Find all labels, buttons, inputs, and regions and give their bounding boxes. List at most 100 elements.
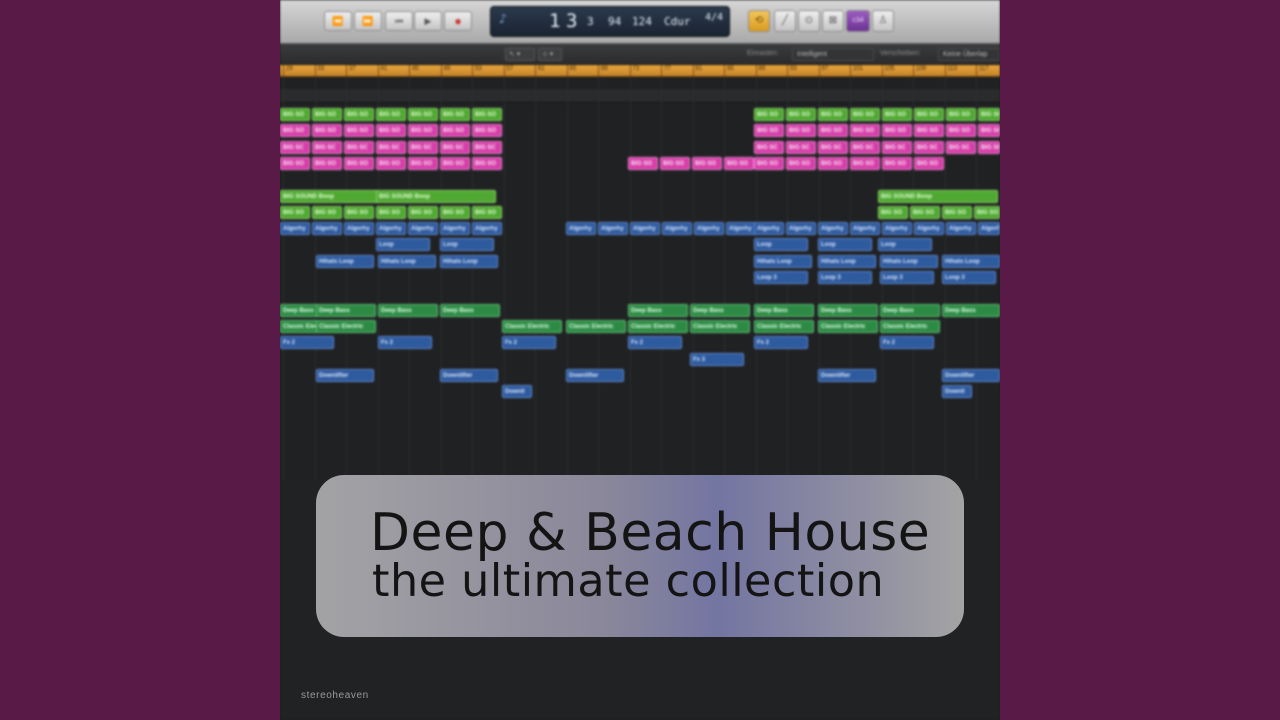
audio-region[interactable]: Loop — [440, 238, 494, 252]
audio-region[interactable]: BIG SO — [472, 124, 502, 138]
audio-region[interactable]: BIG SO — [818, 108, 848, 121]
audio-region[interactable]: BIG SO — [376, 205, 406, 219]
audio-region[interactable]: Classic Electric — [628, 319, 688, 333]
audio-region[interactable]: BIG SC — [978, 140, 1000, 154]
audio-region[interactable]: Hihats Loop — [818, 254, 876, 268]
audio-region[interactable]: Hihats Loop — [754, 254, 812, 268]
audio-region[interactable]: BIG SO — [914, 108, 944, 121]
audio-region[interactable]: BIG SC — [376, 140, 406, 154]
audio-region[interactable]: BIG SO — [942, 205, 972, 219]
audio-region[interactable]: BIG SO — [376, 108, 406, 121]
audio-region[interactable]: Algorhy — [280, 222, 310, 236]
audio-region[interactable]: BIG SO — [882, 124, 912, 138]
audio-region[interactable]: BIG SO — [724, 156, 754, 170]
audio-region[interactable]: Algorhy — [630, 222, 660, 236]
bar-ruler[interactable]: 29 33 37 41 45 49 53 57 61 65 69 73 77 81 85 89 93 97 101 1… — [280, 65, 1000, 77]
audio-region[interactable]: Fx 2 — [502, 336, 556, 350]
audio-region[interactable]: BIG SO — [376, 124, 406, 138]
audio-region[interactable]: BIG SO — [344, 156, 374, 170]
audio-region[interactable]: BIG SO — [440, 124, 470, 138]
audio-region[interactable]: Classic Electric — [502, 319, 562, 333]
audio-region[interactable]: Algorhy — [818, 222, 848, 236]
audio-region[interactable]: BIG SO — [850, 108, 880, 121]
audio-region[interactable]: BIG SO — [754, 124, 784, 138]
audio-region[interactable]: BIG SO — [818, 124, 848, 138]
tuner-button[interactable]: ╱ — [774, 10, 796, 32]
audio-region[interactable]: BIG SO — [280, 108, 310, 121]
audio-region[interactable]: Downlifter — [440, 368, 498, 382]
audio-region[interactable]: Algorhy — [408, 222, 438, 236]
audio-region[interactable]: BIG SO — [408, 124, 438, 138]
rewind-button[interactable]: ⏪ — [324, 11, 352, 31]
audio-region[interactable]: Loop 3 — [818, 271, 872, 284]
second-tool-menu[interactable]: ⊹ ▾ — [538, 48, 562, 61]
audio-region[interactable]: Downlifter — [942, 368, 1000, 382]
audio-region[interactable]: Algorhy — [694, 222, 724, 236]
audio-region[interactable]: BIG SO — [344, 108, 374, 121]
audio-region[interactable]: BIG SO — [344, 205, 374, 219]
go-to-start-button[interactable]: ⏮ — [385, 11, 413, 31]
audio-region[interactable]: BIG SOUND Boop — [878, 189, 998, 203]
audio-region[interactable]: Algorhy — [472, 222, 502, 236]
audio-region[interactable]: Algorhy — [726, 222, 756, 236]
audio-region[interactable]: Algorhy — [882, 222, 912, 236]
audio-region[interactable]: BIG SC — [280, 140, 310, 154]
audio-region[interactable]: BIG SO — [440, 108, 470, 121]
audio-region[interactable]: Fx 2 — [280, 336, 334, 350]
audio-region[interactable]: Deep Bass — [628, 303, 688, 317]
audio-region[interactable]: BIG SO — [312, 156, 342, 170]
audio-region[interactable]: BIG SO — [786, 156, 816, 170]
audio-region[interactable]: BIG SO — [312, 108, 342, 121]
fast-forward-button[interactable]: ⏩ — [354, 11, 382, 31]
audio-region[interactable]: Hihats Loop — [880, 254, 938, 268]
audio-region[interactable]: BIG SO — [850, 156, 880, 170]
audio-region[interactable]: BIG SO — [280, 205, 310, 219]
audio-region[interactable]: Hihats Loop — [378, 254, 436, 268]
audio-region[interactable]: BIG SO — [978, 124, 1000, 138]
audio-region[interactable]: Classic Electric — [880, 319, 940, 333]
audio-region[interactable]: BIG SO — [440, 205, 470, 219]
audio-region[interactable]: BIG SC — [472, 140, 502, 154]
metronome-button[interactable]: ⊠ — [822, 10, 844, 32]
audio-region[interactable]: Classic Electric — [316, 319, 376, 333]
master-volume-button[interactable]: c34 — [846, 10, 870, 32]
lcd-display[interactable]: ♪ 1 3 3 94 124 Cdur 4/4 — [490, 6, 730, 37]
audio-region[interactable]: BIG SO — [472, 156, 502, 170]
audio-region[interactable]: Algorhy — [376, 222, 406, 236]
audio-region[interactable]: Hihats Loop — [316, 254, 374, 268]
audio-region[interactable]: Classic Electric — [566, 319, 626, 333]
audio-region[interactable]: Deep Bass — [316, 303, 376, 317]
audio-region[interactable]: Algorhy — [786, 222, 816, 236]
audio-region[interactable]: BIG SO — [786, 124, 816, 138]
audio-region[interactable]: BIG SC — [754, 140, 784, 154]
audio-region[interactable]: Algorhy — [662, 222, 692, 236]
audio-region[interactable]: Deep Bass — [690, 303, 750, 317]
audio-region[interactable]: Algorhy — [754, 222, 784, 236]
audio-region[interactable]: Deep Bass — [818, 303, 878, 317]
audio-region[interactable]: Hihats Loop — [440, 254, 498, 268]
audio-region[interactable]: Loop — [376, 238, 430, 252]
audio-region[interactable]: Loop 3 — [880, 271, 934, 284]
audio-region[interactable]: Classic Electric — [754, 319, 814, 333]
audio-region[interactable]: Algorhy — [344, 222, 374, 236]
audio-region[interactable]: Classic Electric — [690, 319, 750, 333]
audio-region[interactable]: BIG SO — [850, 124, 880, 138]
audio-region[interactable]: BIG SC — [818, 140, 848, 154]
audio-region[interactable]: BIG SC — [946, 140, 976, 154]
audio-region[interactable]: BIG SO — [440, 156, 470, 170]
audio-region[interactable]: BIG SC — [882, 140, 912, 154]
audio-region[interactable]: Fx 3 — [690, 352, 744, 366]
audio-region[interactable]: BIG SO — [628, 156, 658, 170]
audio-region[interactable]: BIG SO — [786, 108, 816, 121]
audio-region[interactable]: BIG SO — [408, 156, 438, 170]
audio-region[interactable]: BIG SO — [754, 108, 784, 121]
count-in-button[interactable]: ⊙ — [798, 10, 820, 32]
audio-region[interactable]: BIG SO — [910, 205, 940, 219]
audio-region[interactable]: BIG SO — [660, 156, 690, 170]
audio-region[interactable]: BIG SO — [974, 205, 1000, 219]
audio-region[interactable]: Fx 2 — [880, 336, 934, 350]
audio-region[interactable]: Fx 2 — [378, 336, 432, 350]
audio-region[interactable]: BIG SO — [882, 108, 912, 121]
audio-region[interactable]: Hihats Loop — [942, 254, 1000, 268]
audio-region[interactable]: Algorhy — [566, 222, 596, 236]
